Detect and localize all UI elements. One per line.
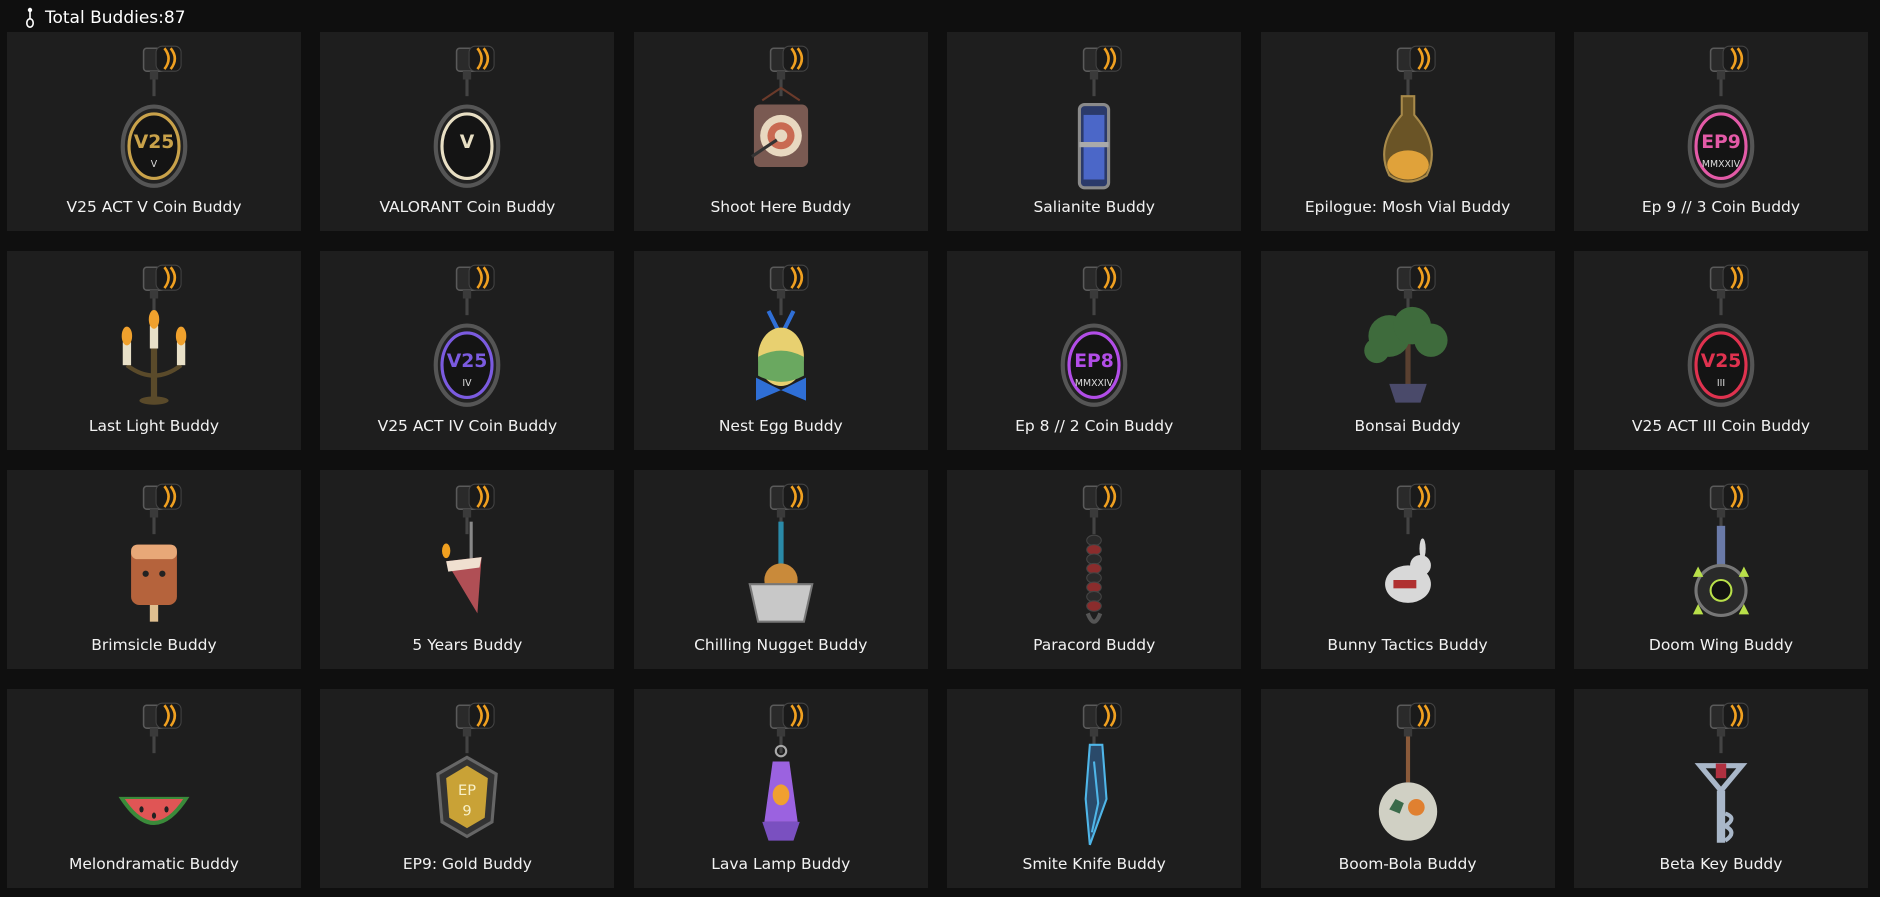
buddy-card[interactable]: V25 V V25 ACT V Coin Buddy [7,32,301,231]
buddy-name: Nest Egg Buddy [718,417,843,435]
buddy-card[interactable]: Epilogue: Mosh Vial Buddy [1260,32,1555,231]
badge-buddy-icon: EP 9 [436,702,499,839]
buddy-card[interactable]: EP9 MMXXIV Ep 9 // 3 Coin Buddy [1573,32,1868,231]
coin-subtext: MMXXIV [1075,378,1114,389]
buddy-card[interactable]: Doom Wing Buddy [1573,470,1868,669]
buddy-name: Chilling Nugget Buddy [694,636,868,654]
coin-buddy-icon: EP8 MMXXIV [1060,264,1128,407]
buddy-card[interactable]: Lava Lamp Buddy [633,689,928,888]
wing-buddy-icon [1692,483,1750,617]
buddy-name: Bonsai Buddy [1354,417,1461,435]
coin-text: V25 [134,132,175,153]
buddy-name: Epilogue: Mosh Vial Buddy [1304,198,1511,216]
buddy-card[interactable]: Paracord Buddy [947,470,1242,669]
buddy-card[interactable]: Bunny Tactics Buddy [1260,470,1555,669]
cake-buddy-icon [442,483,495,614]
ball-buddy-icon [1378,702,1437,841]
cord-buddy-icon [1082,483,1122,624]
buddy-name: V25 ACT V Coin Buddy [66,198,242,216]
coin-text: V [460,132,475,153]
buddy-name: Last Light Buddy [88,417,220,435]
key-buddy-icon [1694,702,1749,843]
buddy-card[interactable]: Melondramatic Buddy [7,689,301,888]
coin-buddy-icon: V25 V [120,45,188,188]
target-buddy-icon [750,45,809,167]
buddy-name: 5 Years Buddy [412,636,523,654]
coin-buddy-icon: V25 III [1687,264,1755,407]
buddy-card[interactable]: Beta Key Buddy [1573,689,1868,888]
buddy-name: V25 ACT III Coin Buddy [1631,417,1811,435]
bunny-buddy-icon [1384,483,1436,603]
buddy-name: Ep 9 // 3 Coin Buddy [1641,198,1801,216]
coin-text: EP8 [1074,351,1114,372]
buddy-name: Smite Knife Buddy [1022,855,1166,873]
buddy-name: Salianite Buddy [1033,198,1155,216]
buddy-name: Melondramatic Buddy [69,855,239,873]
buddy-card[interactable]: Bonsai Buddy [1260,251,1555,450]
coin-buddy-icon: V25 IV [434,264,501,407]
buddy-name: Shoot Here Buddy [710,198,852,216]
coin-text: V25 [447,351,488,372]
badge-text: EP [458,782,476,799]
buddy-card[interactable]: V25 III V25 ACT III Coin Buddy [1573,251,1868,450]
total-buddies-header: Total Buddies:87 [24,6,186,30]
flask-buddy-icon [1382,45,1436,183]
coin-subtext: V [151,159,158,170]
buddy-card[interactable]: Nest Egg Buddy [633,251,928,450]
buddy-card[interactable]: Smite Knife Buddy [947,689,1242,888]
candle-buddy-icon [121,264,187,405]
buddy-card[interactable]: V25 IV V25 ACT IV Coin Buddy [320,251,615,450]
buddy-card[interactable]: Boom-Bola Buddy [1260,689,1555,888]
vial-buddy-icon [1078,45,1122,190]
coin-subtext: III [1717,378,1725,389]
tub-buddy-icon [748,483,814,623]
buddy-name: Paracord Buddy [1033,636,1156,654]
buddy-name: Ep 8 // 2 Coin Buddy [1015,417,1174,435]
buddy-grid: V25 V V25 ACT V Coin Buddy V VALORANT Coin B… [7,32,1868,888]
buddy-name: Lava Lamp Buddy [711,855,851,873]
coin-buddy-icon: V [434,45,501,188]
coin-subtext: MMXXIV [1702,159,1741,170]
buddy-card[interactable]: Brimsicle Buddy [7,470,301,669]
coin-text: EP9 [1701,132,1741,153]
popsicle-buddy-icon [131,483,182,622]
buddy-card[interactable]: Shoot Here Buddy [633,32,928,231]
buddy-card[interactable]: V VALORANT Coin Buddy [320,32,615,231]
total-buddies-label: Total Buddies:87 [45,8,186,28]
buddy-name: Doom Wing Buddy [1648,636,1794,654]
buddy-name: V25 ACT IV Coin Buddy [377,417,558,435]
lamp-buddy-icon [762,702,809,841]
buddy-name: VALORANT Coin Buddy [379,198,556,216]
buddy-card[interactable]: Chilling Nugget Buddy [633,470,928,669]
buddy-name: Brimsicle Buddy [91,636,217,654]
coin-subtext: IV [463,378,473,389]
buddy-name: Boom-Bola Buddy [1338,855,1477,873]
coin-buddy-icon: EP9 MMXXIV [1687,45,1755,188]
egg-buddy-icon [755,264,809,401]
buddy-name: Bunny Tactics Buddy [1327,636,1488,654]
badge-subtext: 9 [463,803,472,820]
buddy-name: Beta Key Buddy [1659,855,1783,873]
melon-buddy-icon [118,702,190,826]
tree-buddy-icon [1363,264,1448,403]
coin-text: V25 [1701,351,1742,372]
buddy-card[interactable]: Last Light Buddy [7,251,301,450]
knife-buddy-icon [1082,702,1122,846]
buddy-icon [25,7,35,28]
buddy-card[interactable]: 5 Years Buddy [320,470,615,669]
buddy-card[interactable]: EP8 MMXXIV Ep 8 // 2 Coin Buddy [947,251,1242,450]
buddy-name: EP9: Gold Buddy [402,855,532,873]
buddy-card[interactable]: Salianite Buddy [947,32,1242,231]
buddy-card[interactable]: EP 9 EP9: Gold Buddy [320,689,615,888]
